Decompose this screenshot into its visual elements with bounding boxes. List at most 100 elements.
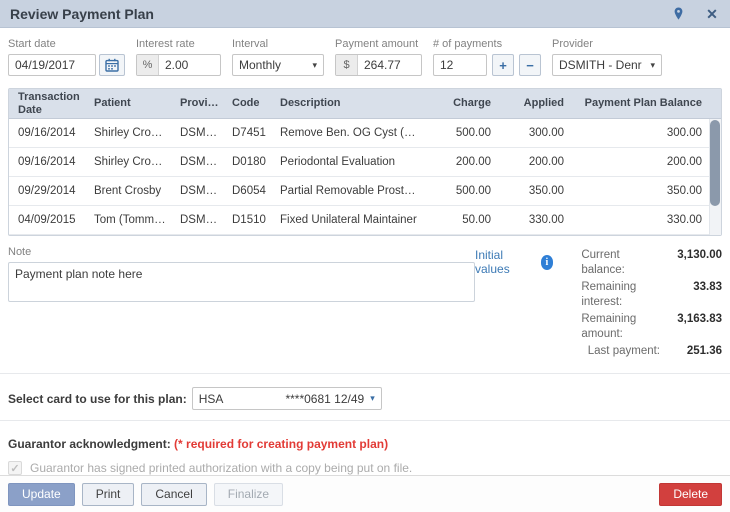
initial-values-link[interactable]: Initial values — [475, 248, 532, 276]
note-block: Note Payment plan note here — [8, 246, 475, 359]
header-patient: Patient — [88, 97, 174, 110]
total-row: Remaining interest: 33.83 — [581, 280, 722, 310]
provider-value: DSMITH - Denr — [559, 58, 642, 72]
num-payments-field: # of payments + − — [433, 38, 541, 76]
guarantor-section: Guarantor acknowledgment: (* required fo… — [0, 421, 730, 475]
interval-select[interactable]: Monthly ▾ — [232, 54, 324, 76]
cell-description: Partial Removable Prosthesis — [274, 185, 425, 197]
table-row[interactable]: 09/16/2014 Shirley Crosby DSMITH D7451 R… — [9, 119, 721, 148]
interest-rate-field: Interest rate % — [136, 38, 221, 76]
cell-applied: 300.00 — [497, 127, 570, 139]
header-payment-plan-balance: Payment Plan Balance — [570, 97, 708, 110]
header-applied: Applied — [497, 97, 570, 110]
current-balance-label: Current balance: — [581, 248, 662, 278]
interest-rate-input[interactable] — [159, 55, 220, 75]
note-summary-section: Note Payment plan note here Initial valu… — [0, 236, 730, 359]
cell-transaction-date: 09/16/2014 — [9, 156, 88, 168]
interest-rate-label: Interest rate — [136, 38, 221, 50]
total-row: Remaining amount: 3,163.83 — [581, 312, 722, 342]
current-balance-value: 3,130.00 — [663, 248, 722, 278]
card-name: HSA — [199, 392, 286, 406]
cell-provider: DSMITH — [174, 214, 226, 226]
num-payments-input[interactable] — [433, 54, 487, 76]
cancel-button[interactable]: Cancel — [141, 483, 206, 506]
card-select-label: Select card to use for this plan: — [8, 392, 187, 406]
percent-prefix: % — [137, 55, 159, 75]
review-payment-plan-dialog: Review Payment Plan ✕ Start date — [0, 0, 730, 469]
chevron-down-icon: ▾ — [650, 60, 655, 71]
provider-label: Provider — [552, 38, 662, 50]
totals: Current balance: 3,130.00 Remaining inte… — [581, 248, 722, 359]
remaining-amount-value: 3,163.83 — [668, 312, 722, 342]
provider-field: Provider DSMITH - Denr ▾ — [552, 38, 662, 76]
finalize-button: Finalize — [214, 483, 283, 506]
header-description: Description — [274, 97, 425, 110]
table-row[interactable]: 04/09/2015 Tom (Tommy) C... DSMITH D1510… — [9, 206, 721, 235]
pin-icon[interactable] — [670, 6, 686, 22]
cell-transaction-date: 09/16/2014 — [9, 127, 88, 139]
start-date-input[interactable] — [8, 54, 96, 76]
cell-description: Remove Ben. OG Cyst (>1.25cm) — [274, 127, 425, 139]
print-button[interactable]: Print — [82, 483, 135, 506]
table-row[interactable]: 09/16/2014 Shirley Crosby DSMITH D0180 P… — [9, 148, 721, 177]
interval-field: Interval Monthly ▾ — [232, 38, 324, 76]
cell-description: Fixed Unilateral Maintainer — [274, 214, 425, 226]
cell-applied: 200.00 — [497, 156, 570, 168]
remaining-interest-value: 33.83 — [668, 280, 722, 310]
close-icon[interactable]: ✕ — [704, 6, 720, 22]
cell-provider: DSMITH — [174, 156, 226, 168]
card-number: ****0681 12/49 — [285, 392, 364, 406]
cell-charge: 200.00 — [425, 156, 497, 168]
cell-patient: Shirley Crosby — [88, 127, 174, 139]
cell-charge: 500.00 — [425, 185, 497, 197]
increment-button[interactable]: + — [492, 54, 514, 76]
remaining-interest-label: Remaining interest: — [581, 280, 668, 310]
payment-plan-form: Start date — [0, 28, 730, 84]
cell-provider: DSMITH — [174, 185, 226, 197]
header-transaction-date: Transaction Date — [9, 91, 88, 116]
table-header-row: Transaction Date Patient Provider Code D… — [9, 89, 721, 119]
guarantor-label: Guarantor acknowledgment: — [8, 437, 171, 451]
cell-code: D1510 — [226, 214, 274, 226]
calendar-button[interactable] — [99, 54, 125, 76]
cell-applied: 350.00 — [497, 185, 570, 197]
table-scrollbar[interactable] — [709, 119, 721, 235]
table-row[interactable]: 09/29/2014 Brent Crosby DSMITH D6054 Par… — [9, 177, 721, 206]
cell-transaction-date: 09/29/2014 — [9, 185, 88, 197]
scrollbar-thumb[interactable] — [710, 120, 720, 206]
update-button[interactable]: Update — [8, 483, 75, 506]
cell-balance: 200.00 — [570, 156, 708, 168]
num-payments-label: # of payments — [433, 38, 541, 50]
calendar-icon — [105, 58, 119, 72]
cell-code: D6054 — [226, 185, 274, 197]
header-provider: Provider — [174, 97, 226, 110]
delete-button[interactable]: Delete — [659, 483, 722, 506]
cell-patient: Tom (Tommy) C... — [88, 214, 174, 226]
total-row: Current balance: 3,130.00 — [581, 248, 722, 278]
cell-balance: 300.00 — [570, 127, 708, 139]
total-row: Last payment: 251.36 — [581, 344, 722, 359]
dialog-footer: Update Print Cancel Finalize Delete — [0, 475, 730, 512]
dollar-prefix: $ — [336, 55, 358, 75]
guarantor-checkbox[interactable]: ✓ — [8, 461, 22, 475]
cell-code: D0180 — [226, 156, 274, 168]
info-icon[interactable]: i — [541, 255, 554, 270]
start-date-label: Start date — [8, 38, 125, 50]
provider-select[interactable]: DSMITH - Denr ▾ — [552, 54, 662, 76]
remaining-amount-label: Remaining amount: — [581, 312, 668, 342]
cell-charge: 50.00 — [425, 214, 497, 226]
dialog-titlebar: Review Payment Plan ✕ — [0, 0, 730, 28]
card-section: Select card to use for this plan: HSA **… — [0, 374, 730, 410]
decrement-button[interactable]: − — [519, 54, 541, 76]
note-textarea[interactable]: Payment plan note here — [8, 262, 475, 302]
card-select[interactable]: HSA ****0681 12/49 ▾ — [192, 387, 382, 410]
chevron-down-icon: ▾ — [312, 60, 317, 71]
chevron-down-icon: ▾ — [370, 393, 375, 404]
cell-charge: 500.00 — [425, 127, 497, 139]
interval-label: Interval — [232, 38, 324, 50]
payment-amount-input[interactable] — [358, 55, 421, 75]
table-body: 09/16/2014 Shirley Crosby DSMITH D7451 R… — [9, 119, 721, 235]
guarantor-checkbox-label: Guarantor has signed printed authorizati… — [30, 461, 412, 475]
cell-patient: Shirley Crosby — [88, 156, 174, 168]
map-pin-glyph — [672, 6, 685, 22]
